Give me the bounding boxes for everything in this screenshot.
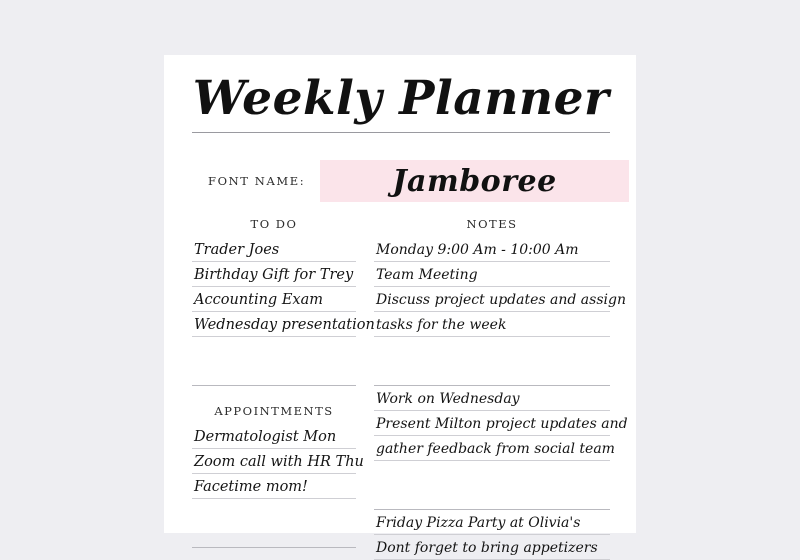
note-line-text: tasks for the week (376, 317, 507, 333)
list-item[interactable]: Trader Joes (192, 237, 356, 262)
list-item[interactable]: Discuss project updates and assign (374, 287, 626, 312)
list-item[interactable]: Facetime mom! (192, 474, 356, 499)
note-line-text: Discuss project updates and assign (376, 292, 626, 308)
list-item[interactable] (192, 337, 356, 361)
font-name-label: FONT NAME: (208, 174, 306, 188)
note-line-text: Friday Pizza Party at Olivia's (376, 515, 581, 531)
list-item[interactable] (192, 499, 356, 523)
title-block: Weekly Planner (192, 71, 610, 133)
list-item[interactable] (374, 337, 610, 361)
font-name-highlight-box: Jamboree (320, 160, 629, 202)
appointments-section: APPOINTMENTS Dermatologist Mon Zoom call… (192, 400, 364, 548)
appointments-heading: APPOINTMENTS (214, 404, 334, 418)
notes-heading: NOTES (466, 217, 518, 231)
appointments-lines: Dermatologist Mon Zoom call with HR Thu … (192, 424, 364, 548)
todo-item-text: Trader Joes (194, 242, 280, 258)
list-item[interactable]: Friday Pizza Party at Olivia's (374, 510, 610, 535)
list-item[interactable]: Team Meeting (374, 262, 610, 287)
planner-sheet: Weekly Planner FONT NAME: Jamboree TO DO… (164, 55, 636, 560)
appointment-item-text: Dermatologist Mon (194, 429, 337, 445)
list-item[interactable]: Work on Wednesday (374, 386, 610, 411)
list-item[interactable] (192, 361, 356, 386)
list-item[interactable]: Birthday Gift for Trey (192, 262, 356, 287)
list-item[interactable]: gather feedback from social team (374, 436, 615, 461)
appointment-item-text: Zoom call with HR Thu (194, 454, 364, 470)
todo-item-text: Birthday Gift for Trey (194, 267, 354, 283)
note-line-text: Work on Wednesday (376, 391, 520, 407)
note-line-text: Monday 9:00 Am - 10:00 Am (376, 242, 579, 258)
todo-item-text: Wednesday presentation (194, 317, 375, 333)
right-column: NOTES Monday 9:00 Am - 10:00 Am Team Mee… (374, 213, 628, 560)
list-item[interactable]: Wednesday presentation (192, 312, 375, 337)
title-divider (192, 132, 610, 133)
planner-columns: TO DO Trader Joes Birthday Gift for Trey… (192, 213, 628, 560)
notes-lines: Monday 9:00 Am - 10:00 Am Team Meeting D… (374, 237, 628, 560)
list-item[interactable] (374, 485, 610, 510)
planner-canvas: Weekly Planner FONT NAME: Jamboree TO DO… (0, 0, 800, 560)
note-line-text: Present Milton project updates and (376, 416, 628, 432)
list-item[interactable]: Zoom call with HR Thu (192, 449, 364, 474)
list-item[interactable]: Present Milton project updates and (374, 411, 628, 436)
list-item[interactable] (374, 361, 610, 386)
left-column: TO DO Trader Joes Birthday Gift for Trey… (192, 213, 375, 560)
list-item[interactable] (192, 523, 356, 548)
font-name-row: FONT NAME: Jamboree (192, 160, 629, 202)
note-line-text: Team Meeting (376, 267, 478, 283)
appointment-item-text: Facetime mom! (194, 479, 308, 495)
list-item[interactable]: Monday 9:00 Am - 10:00 Am (374, 237, 610, 262)
page-title: Weekly Planner (192, 71, 610, 126)
todo-heading: TO DO (250, 217, 298, 231)
list-item[interactable]: Accounting Exam (192, 287, 356, 312)
list-item[interactable]: Dont forget to bring appetizers (374, 535, 610, 560)
todo-lines: Trader Joes Birthday Gift for Trey Accou… (192, 237, 375, 386)
list-item[interactable]: tasks for the week (374, 312, 610, 337)
font-name-value: Jamboree (392, 163, 557, 199)
note-line-text: gather feedback from social team (376, 441, 615, 457)
list-item[interactable]: Dermatologist Mon (192, 424, 356, 449)
note-line-text: Dont forget to bring appetizers (376, 540, 598, 556)
todo-item-text: Accounting Exam (194, 292, 323, 308)
list-item[interactable] (374, 461, 610, 485)
